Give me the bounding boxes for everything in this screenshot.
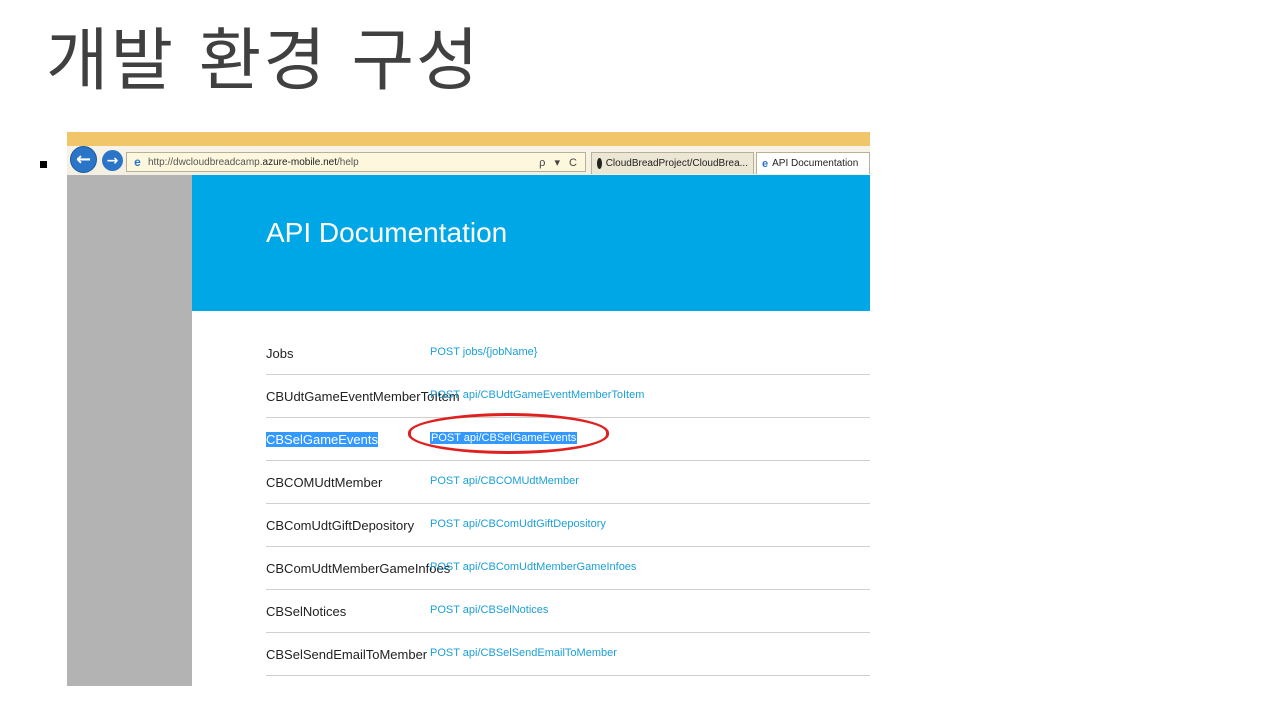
api-name: CBCOMUdtMember	[266, 475, 383, 490]
forward-button[interactable]: →	[102, 150, 123, 171]
address-suffix: /help	[337, 156, 359, 168]
api-row: CBSelNotices POST api/CBSelNotices	[266, 590, 870, 633]
api-name: CBSelNotices	[266, 604, 347, 619]
page-banner: API Documentation	[192, 175, 870, 311]
address-bar[interactable]: e http://dwcloudbreadcamp.azure-mobile.n…	[126, 152, 586, 172]
api-list: Jobs POST jobs/{jobName} CBUdtGameEventM…	[266, 311, 870, 676]
api-link[interactable]: POST api/CBSelNotices	[430, 604, 548, 616]
back-button[interactable]: ←	[70, 146, 97, 173]
page-gutter	[67, 175, 192, 686]
api-link[interactable]: POST api/CBSelSendEmailToMember	[430, 647, 617, 659]
api-link[interactable]: POST api/CBComUdtGiftDepository	[430, 518, 606, 530]
api-row: CBCOMUdtMember POST api/CBCOMUdtMember	[266, 461, 870, 504]
api-name: CBComUdtMemberGameInfoes	[266, 561, 451, 576]
browser-screenshot: ← → e http://dwcloudbreadcamp.azure-mobi…	[67, 132, 870, 686]
api-row: CBSelSendEmailToMember POST api/CBSelSen…	[266, 633, 870, 676]
tab-label: CloudBreadProject/CloudBrea...	[605, 158, 748, 169]
back-arrow-icon: ←	[75, 149, 92, 170]
page-title: API Documentation	[266, 217, 508, 248]
api-link[interactable]: POST api/CBComUdtMemberGameInfoes	[430, 561, 636, 573]
bullet-marker	[40, 161, 47, 168]
api-link[interactable]: POST api/CBUdtGameEventMemberToItem	[430, 389, 644, 401]
browser-toolbar: ← → e http://dwcloudbreadcamp.azure-mobi…	[67, 132, 870, 175]
api-link[interactable]: POST jobs/{jobName}	[430, 346, 537, 358]
api-name: CBSelGameEvents	[266, 432, 378, 447]
api-name: CBSelSendEmailToMember	[266, 647, 428, 662]
address-prefix: http://dwcloudbreadcamp.	[148, 156, 263, 168]
github-icon	[597, 158, 602, 169]
annotation-circle	[408, 413, 609, 454]
api-row: CBUdtGameEventMemberToItem POST api/CBUd…	[266, 375, 870, 418]
api-name: Jobs	[266, 346, 294, 361]
slide-title: 개발 환경 구성	[46, 22, 481, 101]
address-domain: azure-mobile.net	[262, 156, 337, 168]
api-row: Jobs POST jobs/{jobName}	[266, 311, 870, 375]
api-row: CBComUdtGiftDepository POST api/CBComUdt…	[266, 504, 870, 547]
tab-api-documentation[interactable]: e API Documentation	[756, 152, 870, 174]
ie-icon: e	[762, 157, 769, 170]
api-row: CBComUdtMemberGameInfoes POST api/CBComU…	[266, 547, 870, 590]
address-tools[interactable]: ρ ▾ C	[539, 156, 580, 169]
tab-github[interactable]: CloudBreadProject/CloudBrea...	[591, 152, 754, 174]
forward-arrow-icon: →	[106, 152, 119, 169]
api-link[interactable]: POST api/CBCOMUdtMember	[430, 475, 579, 487]
ie-icon: e	[134, 154, 141, 169]
address-url[interactable]: http://dwcloudbreadcamp.azure-mobile.net…	[148, 157, 539, 168]
tab-label: API Documentation	[772, 158, 859, 169]
api-name: CBComUdtGiftDepository	[266, 518, 415, 533]
